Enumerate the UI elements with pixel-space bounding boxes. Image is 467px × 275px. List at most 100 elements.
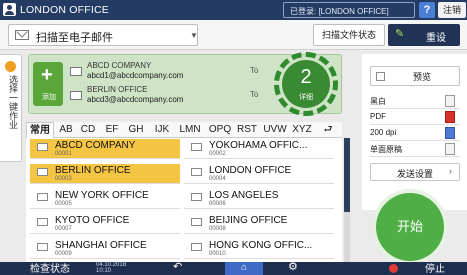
function-bar: 扫描至电子邮件 ▼ 扫描文件状态 ✎ 重设	[0, 20, 467, 50]
destination-item[interactable]: BERLIN OFFICE abcd3@abcdcompany.com To	[70, 84, 276, 108]
setting-label: 单面原稿	[370, 145, 402, 154]
mail-icon	[37, 218, 48, 226]
mail-icon	[191, 243, 202, 251]
plus-icon: +	[41, 64, 53, 86]
destination-count-button[interactable]: 2 详细	[282, 60, 330, 108]
date-display: 04.10.2018 10:10	[96, 262, 126, 274]
setting-file-type[interactable]: PDF	[370, 110, 460, 125]
mail-icon	[70, 67, 82, 76]
address-entry[interactable]: HONG KONG OFFIC... 00010	[184, 239, 334, 259]
address-entry[interactable]: SHANGHAI OFFICE 00009	[30, 239, 180, 259]
gear-icon[interactable]: ⚙	[288, 260, 298, 273]
tab-ab[interactable]: AB	[56, 122, 76, 138]
chevron-down-icon: ▼	[190, 31, 198, 40]
setting-label: PDF	[370, 112, 386, 121]
entry-name: SHANGHAI OFFICE	[55, 240, 147, 251]
preview-toggle[interactable]: 预览	[370, 66, 460, 86]
address-entry[interactable]: BEIJING OFFICE 00008	[184, 214, 334, 234]
one-touch-tab-label: 选择一键作业	[8, 75, 18, 129]
tab-ijk[interactable]: IJK	[150, 122, 174, 138]
address-entry[interactable]: LOS ANGELES 00006	[184, 189, 334, 209]
send-settings-button[interactable]: 发送设置 ›	[370, 163, 460, 181]
tab-frequent[interactable]: 常用	[26, 122, 54, 138]
help-button[interactable]: ?	[419, 2, 435, 18]
mail-icon	[37, 168, 48, 176]
function-select[interactable]: 扫描至电子邮件 ▼	[8, 24, 198, 46]
entry-number: 00001	[55, 151, 72, 157]
entry-name: ABCD COMPANY	[55, 140, 136, 151]
destination-type: To	[250, 66, 259, 75]
entry-number: 00004	[209, 176, 226, 182]
entry-number: 00009	[55, 251, 72, 257]
entry-name: LONDON OFFICE	[209, 165, 292, 176]
address-entry[interactable]: LONDON OFFICE 00004	[184, 164, 334, 184]
scrollbar-thumb[interactable]	[344, 138, 350, 212]
mail-icon	[15, 30, 29, 40]
destination-name: ABCD COMPANY	[87, 61, 152, 70]
entry-name: LOS ANGELES	[209, 190, 279, 201]
preview-checkbox[interactable]	[376, 72, 385, 81]
reset-label: 重设	[426, 33, 446, 44]
stop-icon	[389, 264, 398, 273]
add-destination-button[interactable]: + 添加	[33, 62, 63, 106]
destination-item[interactable]: ABCD COMPANY abcd1@abcdcompany.com To	[70, 60, 276, 84]
destination-address: abcd1@abcdcompany.com	[87, 71, 184, 80]
entry-number: 00010	[209, 251, 226, 257]
destination-address: abcd3@abcdcompany.com	[87, 95, 184, 104]
scan-status-button[interactable]: 扫描文件状态	[313, 24, 385, 46]
address-book-tabs: 常用 AB CD EF GH IJK LMN OPQ RST UVW XYZ ⮐	[26, 122, 342, 138]
tab-lmn[interactable]: LMN	[175, 122, 205, 138]
bottom-bar: 检查状态 04.10.2018 10:10 ↶ ⌂ ⚙ 停止	[0, 260, 467, 275]
logout-button[interactable]: 注销	[438, 2, 466, 18]
stop-button[interactable]: 停止	[380, 262, 467, 275]
mail-icon	[37, 243, 48, 251]
tab-cd[interactable]: CD	[78, 122, 98, 138]
chevron-right-icon: ›	[449, 166, 452, 176]
address-entry[interactable]: NEW YORK OFFICE 00005	[30, 189, 180, 209]
tab-xyz[interactable]: XYZ	[289, 122, 315, 138]
address-entry[interactable]: ABCD COMPANY 00001	[30, 139, 180, 159]
destination-count: 2	[300, 66, 312, 88]
function-label: 扫描至电子邮件	[36, 32, 113, 44]
entry-name: BERLIN OFFICE	[55, 165, 131, 176]
setting-original-sides[interactable]: 单面原稿	[370, 142, 460, 157]
home-icon[interactable]: ⌂	[225, 262, 263, 275]
address-entry[interactable]: KYOTO OFFICE 00007	[30, 214, 180, 234]
tab-uvw[interactable]: UVW	[261, 122, 289, 138]
mail-icon	[191, 168, 202, 176]
entry-number: 00007	[55, 226, 72, 232]
user-icon	[3, 3, 16, 16]
start-button[interactable]: 开始	[376, 193, 444, 261]
entry-number: 00006	[209, 201, 226, 207]
tab-gh[interactable]: GH	[125, 122, 147, 138]
setting-label: 200 dpi	[370, 128, 397, 137]
entry-number: 00005	[55, 201, 72, 207]
address-entry[interactable]: BERLIN OFFICE 00003	[30, 164, 180, 184]
tab-rst[interactable]: RST	[234, 122, 260, 138]
mail-icon	[70, 91, 82, 100]
entry-name: KYOTO OFFICE	[55, 215, 130, 226]
stop-label: 停止	[425, 264, 445, 275]
time: 10:10	[96, 268, 112, 274]
address-entry[interactable]: YOKOHAMA OFFIC... 00002	[184, 139, 334, 159]
mail-icon	[191, 193, 202, 201]
tab-ef[interactable]: EF	[102, 122, 122, 138]
entry-name: YOKOHAMA OFFIC...	[209, 140, 308, 151]
login-status: 已登录: [LONDON OFFICE]	[283, 2, 415, 18]
send-settings-label: 发送设置	[397, 169, 434, 179]
switch-title-icon[interactable]: ⮐	[318, 122, 338, 138]
resolution-icon	[445, 127, 455, 139]
preview-label: 预览	[413, 72, 432, 82]
check-status-button[interactable]: 检查状态	[30, 260, 70, 275]
back-icon[interactable]: ↶	[173, 260, 182, 273]
tab-opq[interactable]: OPQ	[206, 122, 234, 138]
setting-color[interactable]: 黑白	[370, 94, 460, 109]
color-mode-icon	[445, 95, 455, 107]
destination-type: To	[250, 90, 259, 99]
top-bar: LONDON OFFICE 已登录: [LONDON OFFICE] ? 注销	[0, 0, 467, 20]
notification-badge-icon	[5, 61, 16, 72]
mail-icon	[37, 143, 48, 151]
reset-button[interactable]: ✎ 重设	[388, 24, 460, 46]
setting-resolution[interactable]: 200 dpi	[370, 126, 460, 141]
one-touch-tab[interactable]: 选择一键作业	[0, 54, 22, 162]
